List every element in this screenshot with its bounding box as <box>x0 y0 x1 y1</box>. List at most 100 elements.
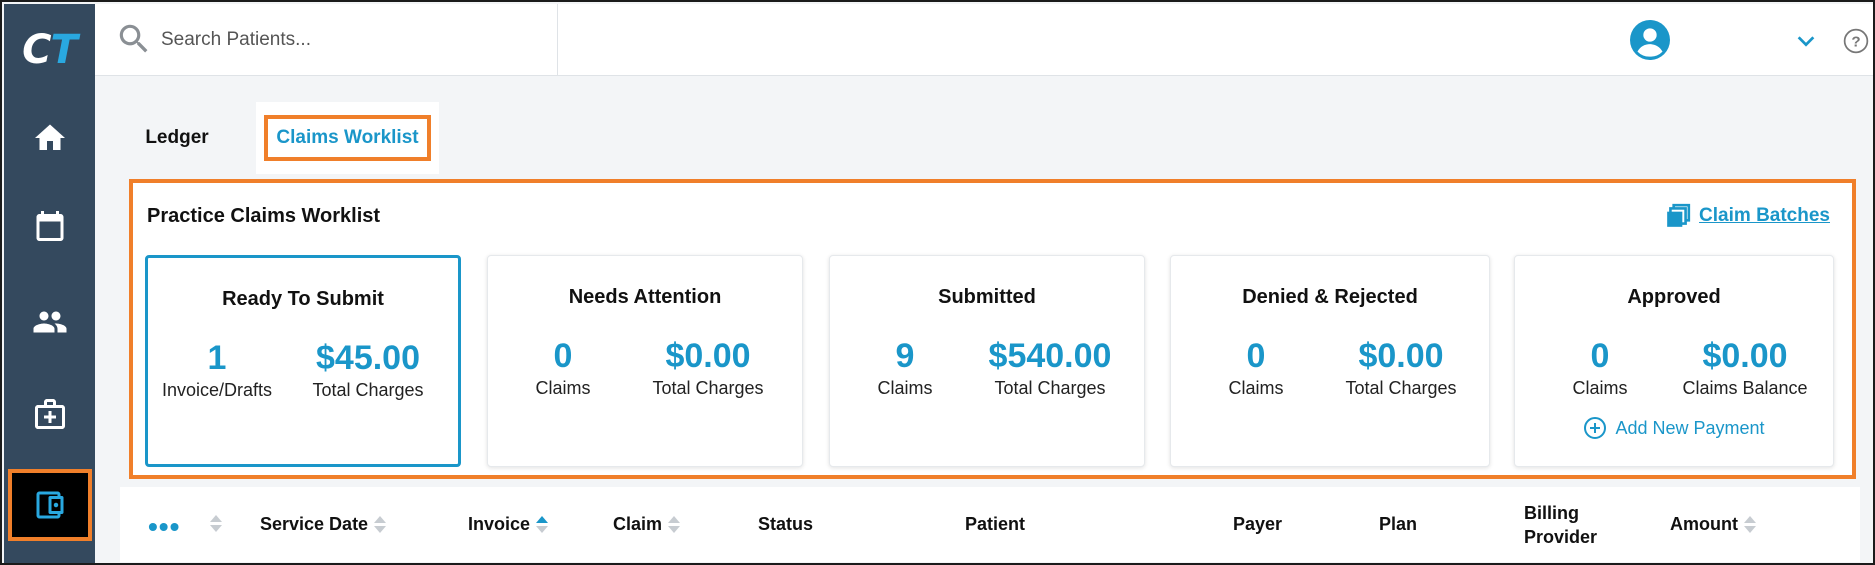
column-billing-provider[interactable]: Billing Provider <box>1524 487 1614 562</box>
sidebar-item-calendar[interactable] <box>4 190 95 262</box>
count-label: Invoice/Drafts <box>162 380 273 400</box>
amount-label: Total Charges <box>312 380 424 400</box>
card-amount: $0.00 Claims Balance <box>1665 336 1825 399</box>
column-service-date[interactable]: Service Date <box>260 487 387 562</box>
sidebar: CT <box>4 4 95 563</box>
count-label: Claims <box>1228 378 1284 398</box>
card-denied-rejected[interactable]: Denied & Rejected 0 Claims $0.00 Total C… <box>1170 255 1490 467</box>
top-bar: ? <box>95 4 1873 76</box>
panel-title: Practice Claims Worklist <box>147 205 381 227</box>
home-icon <box>34 124 65 150</box>
more-options-button[interactable]: ••• <box>148 511 180 543</box>
wallet-icon <box>36 491 64 519</box>
card-amount: $0.00 Total Charges <box>628 336 788 399</box>
count-label: Claims <box>535 378 591 398</box>
tab-ledger-label: Ledger <box>145 127 209 148</box>
card-count: 0 Claims <box>518 336 608 399</box>
column-patient[interactable]: Patient <box>965 487 1025 562</box>
amount-value: $540.00 <box>988 337 1112 375</box>
row-sort-control[interactable] <box>210 509 222 539</box>
column-label: Invoice <box>468 514 531 534</box>
amount-value: $0.00 <box>665 337 751 375</box>
column-amount[interactable]: Amount <box>1670 487 1756 562</box>
card-needs-attention[interactable]: Needs Attention 0 Claims $0.00 Total Cha… <box>487 255 803 467</box>
amount-label: Total Charges <box>994 378 1106 398</box>
count-value: 0 <box>553 337 573 375</box>
card-amount: $540.00 Total Charges <box>970 336 1130 399</box>
svg-text:?: ? <box>1851 33 1860 50</box>
sort-icon <box>668 514 681 536</box>
help-icon[interactable]: ? <box>1843 28 1869 54</box>
sort-icon <box>210 513 222 535</box>
amount-value: $45.00 <box>316 339 420 377</box>
count-value: 0 <box>1246 337 1266 375</box>
tab-ledger[interactable]: Ledger <box>122 102 232 174</box>
tab-claims-worklist[interactable]: Claims Worklist <box>256 102 439 174</box>
card-count: 0 Claims <box>1555 336 1645 399</box>
column-label: Status <box>758 514 814 534</box>
card-count: 1 Invoice/Drafts <box>162 338 272 401</box>
card-submitted[interactable]: Submitted 9 Claims $540.00 Total Charges <box>829 255 1145 467</box>
amount-label: Total Charges <box>1345 378 1457 398</box>
count-label: Claims <box>877 378 933 398</box>
card-title: Needs Attention <box>568 286 722 308</box>
logo-text: CT <box>22 27 78 73</box>
sort-icon <box>1743 514 1756 536</box>
search-icon <box>119 24 148 53</box>
count-value: 0 <box>1590 337 1610 375</box>
card-title: Ready To Submit <box>222 288 384 310</box>
claim-batches-label: Claim Batches <box>1699 205 1830 226</box>
chevron-down-icon[interactable] <box>1795 30 1817 52</box>
search-input[interactable] <box>161 24 541 56</box>
column-label: Claim <box>613 514 663 534</box>
column-claim[interactable]: Claim <box>613 487 681 562</box>
app-window: CT ? Ledger Claims Worklist <box>0 0 1875 565</box>
card-title: Approved <box>1627 286 1721 308</box>
user-avatar-icon[interactable] <box>1630 20 1670 60</box>
card-title: Submitted <box>938 286 1036 308</box>
people-icon <box>33 311 66 333</box>
sidebar-item-patients[interactable] <box>4 286 95 358</box>
app-logo[interactable]: CT <box>4 4 95 96</box>
column-label: Billing Provider <box>1524 502 1598 547</box>
count-label: Claims <box>1572 378 1628 398</box>
claims-worklist-panel: Practice Claims Worklist Claim Batches R… <box>129 179 1856 479</box>
medical-bag-icon <box>34 399 65 429</box>
amount-value: $0.00 <box>1358 337 1444 375</box>
amount-label: Total Charges <box>652 378 764 398</box>
column-label: Service Date <box>260 514 369 534</box>
claim-batches-link[interactable]: Claim Batches <box>1665 203 1830 229</box>
copy-stack-icon <box>1667 203 1691 227</box>
card-title: Denied & Rejected <box>1242 286 1418 308</box>
column-payer[interactable]: Payer <box>1233 487 1282 562</box>
sort-icon <box>374 514 387 536</box>
column-plan[interactable]: Plan <box>1379 487 1417 562</box>
add-new-payment-button[interactable]: Add New Payment <box>1515 416 1833 440</box>
sidebar-item-clinical[interactable] <box>4 378 95 450</box>
column-status[interactable]: Status <box>758 487 813 562</box>
amount-label: Claims Balance <box>1682 378 1808 398</box>
patient-search <box>95 4 558 76</box>
tab-claims-worklist-label: Claims Worklist <box>264 115 431 161</box>
calendar-icon <box>36 211 63 241</box>
sort-ascending-icon <box>536 514 549 536</box>
column-label: Patient <box>965 514 1026 534</box>
sidebar-item-home[interactable] <box>4 102 95 174</box>
column-label: Amount <box>1670 514 1738 534</box>
claims-table-header: ••• Service Date Invoice Claim Status Pa… <box>120 487 1860 562</box>
card-count: 9 Claims <box>860 336 950 399</box>
column-label: Plan <box>1379 514 1418 534</box>
card-amount: $45.00 Total Charges <box>288 338 448 401</box>
amount-value: $0.00 <box>1702 337 1788 375</box>
sidebar-item-billing[interactable] <box>8 469 92 541</box>
add-new-payment-label: Add New Payment <box>1615 417 1765 438</box>
card-amount: $0.00 Total Charges <box>1321 336 1481 399</box>
card-approved[interactable]: Approved 0 Claims $0.00 Claims Balance A… <box>1514 255 1834 467</box>
column-label: Payer <box>1233 514 1283 534</box>
card-ready-to-submit[interactable]: Ready To Submit 1 Invoice/Drafts $45.00 … <box>145 255 461 467</box>
column-invoice[interactable]: Invoice <box>468 487 549 562</box>
count-value: 9 <box>895 337 915 375</box>
count-value: 1 <box>207 339 227 377</box>
card-count: 0 Claims <box>1211 336 1301 399</box>
plus-circle-icon <box>1584 417 1607 439</box>
